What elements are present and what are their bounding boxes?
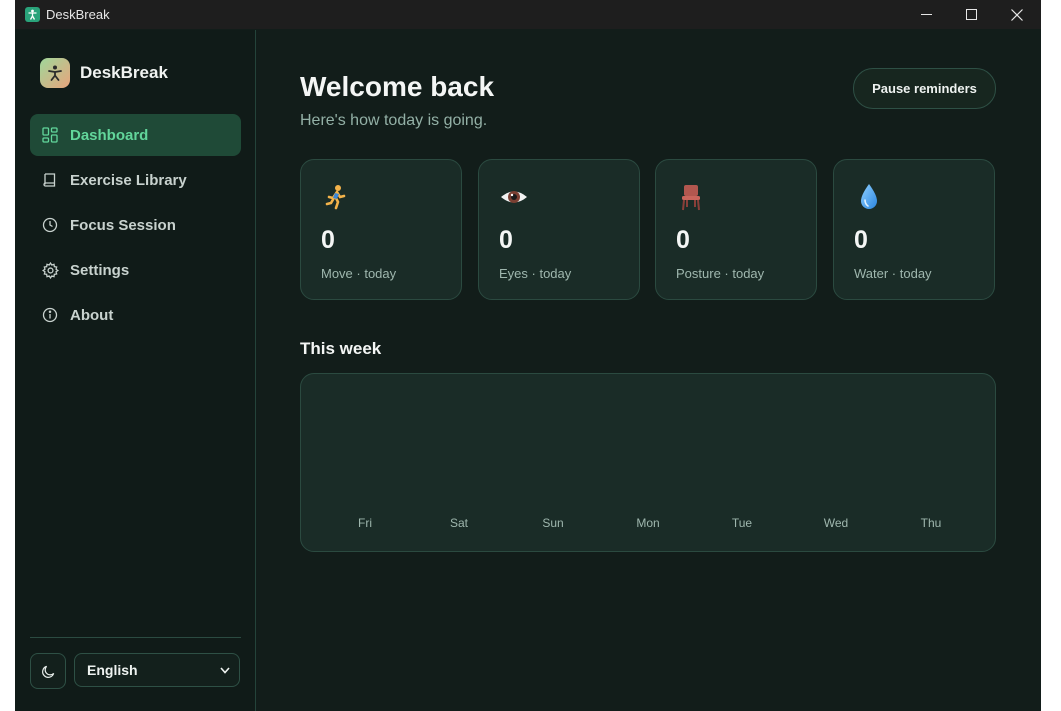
stat-card-posture: 0 Posture · today — [655, 159, 817, 300]
minimize-button[interactable] — [903, 0, 949, 29]
stat-label: Move · today — [321, 266, 397, 281]
app-logo — [40, 58, 70, 88]
app-icon — [25, 7, 40, 22]
sidebar-item-exercise-library[interactable]: Exercise Library — [30, 159, 241, 201]
stat-label: Posture · today — [676, 266, 765, 281]
sidebar-item-dashboard[interactable]: Dashboard — [30, 114, 241, 156]
page-subtitle: Here's how today is going. — [300, 112, 488, 129]
stat-label: Eyes · today — [499, 266, 572, 281]
pause-reminders-button[interactable]: Pause reminders — [853, 68, 996, 109]
sidebar-item-label: Dashboard — [70, 126, 149, 144]
moon-icon — [41, 665, 54, 678]
sidebar-item-focus-session[interactable]: Focus Session — [30, 204, 241, 246]
gear-icon — [41, 261, 59, 279]
maximize-icon — [965, 9, 977, 20]
close-button[interactable] — [994, 0, 1040, 29]
day-label: Sun — [542, 516, 564, 530]
page-title: Welcome back — [300, 71, 495, 102]
sidebar-item-label: Exercise Library — [70, 171, 187, 189]
info-icon — [41, 306, 59, 324]
close-icon — [1011, 8, 1023, 21]
minimize-icon — [920, 14, 932, 15]
day-label: Sat — [449, 516, 468, 530]
book-icon — [41, 171, 59, 189]
brand: DeskBreak — [40, 58, 168, 88]
chevron-down-icon — [220, 666, 230, 674]
stat-card-move: 0 Move · today — [300, 159, 462, 300]
day-label: Fri — [358, 516, 372, 530]
stat-card-water: 0 Water · today — [833, 159, 995, 300]
title-bar: DeskBreak — [15, 0, 1041, 29]
stat-label: Water · today — [854, 266, 932, 281]
sidebar-item-label: Settings — [70, 261, 130, 279]
day-label: Wed — [823, 516, 849, 530]
stat-value: 0 — [676, 226, 690, 254]
theme-toggle-button[interactable] — [30, 653, 66, 689]
language-select[interactable]: English — [74, 653, 240, 687]
window-title: DeskBreak — [46, 7, 110, 22]
brand-name: DeskBreak — [80, 63, 168, 82]
sidebar-nav: Dashboard Exercise Library Focus Session… — [30, 114, 241, 339]
stat-card-eyes: 0 Eyes · today — [478, 159, 640, 300]
stat-value: 0 — [321, 226, 335, 254]
stat-value: 0 — [499, 226, 513, 254]
maximize-button[interactable] — [948, 0, 994, 29]
day-label: Mon — [636, 516, 660, 530]
app-window: DeskBreak DeskBreak Dashboard Exercise L… — [15, 0, 1041, 711]
eye-icon — [501, 191, 527, 203]
section-title-week: This week — [300, 339, 382, 358]
language-select-value: English — [87, 662, 138, 678]
main-content: Welcome back Here's how today is going. … — [256, 30, 1041, 711]
dashboard-grid-icon — [41, 126, 59, 144]
sidebar-item-settings[interactable]: Settings — [30, 249, 241, 291]
sidebar-item-about[interactable]: About — [30, 294, 241, 336]
running-person-icon — [325, 185, 346, 210]
weekly-chart: Fri Sat Sun Mon Tue Wed Thu — [300, 373, 996, 552]
stat-value: 0 — [854, 226, 868, 254]
sidebar-item-label: About — [70, 306, 114, 324]
sidebar: DeskBreak Dashboard Exercise Library Foc… — [15, 30, 256, 711]
clock-icon — [41, 216, 59, 234]
sidebar-divider — [30, 637, 241, 638]
sidebar-item-label: Focus Session — [70, 216, 176, 234]
day-label: Tue — [731, 516, 753, 530]
water-drop-icon — [861, 184, 877, 209]
chair-icon — [682, 185, 700, 211]
day-label: Thu — [920, 516, 942, 530]
